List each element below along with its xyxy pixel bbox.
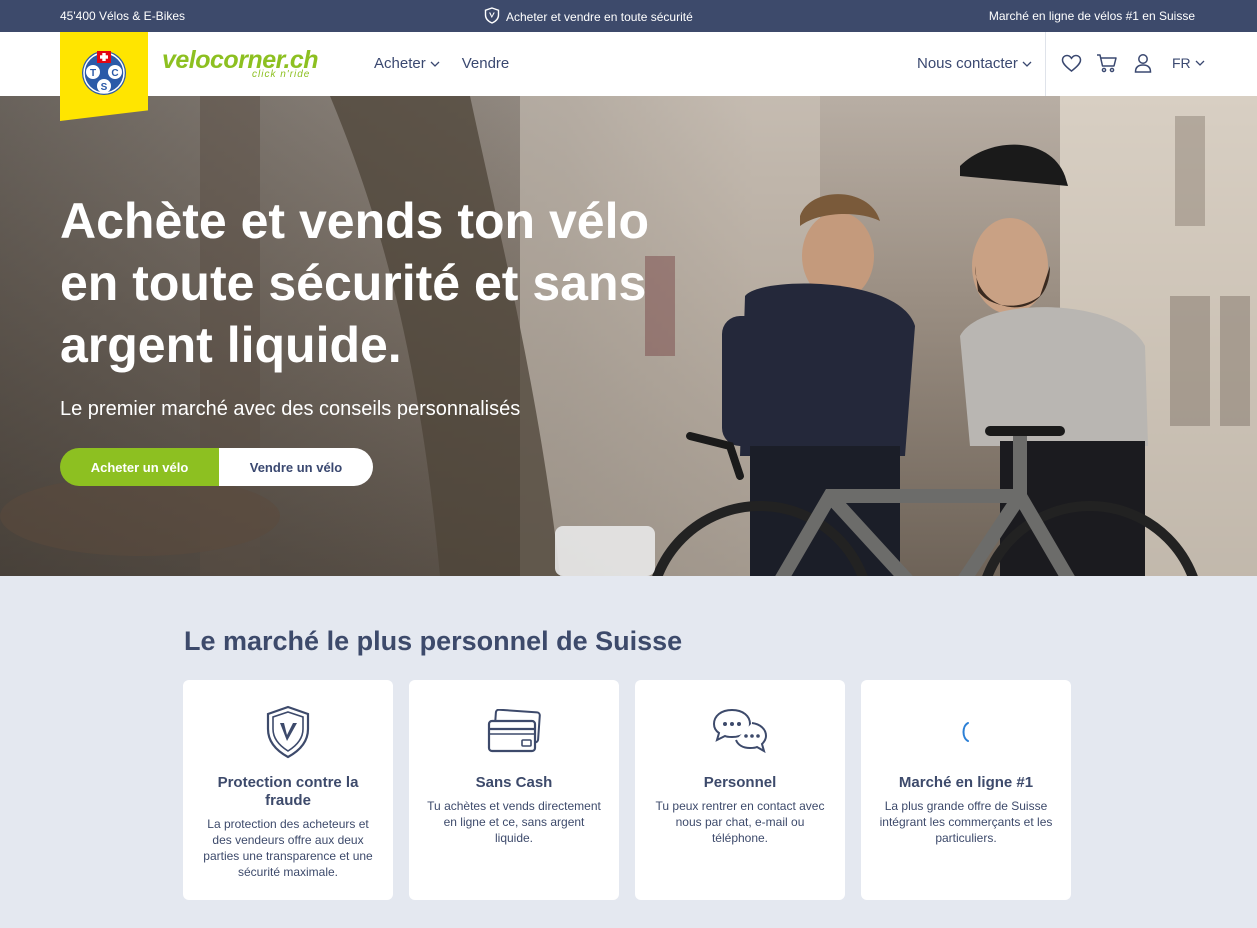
user-icon[interactable]	[1132, 52, 1154, 74]
feature-text: La plus grande offre de Suisse intégrant…	[879, 799, 1053, 845]
feature-cards: Protection contre la fraude La protectio…	[183, 680, 1071, 900]
main-nav: Acheter Vendre	[374, 55, 509, 72]
logo-letter-t: T	[90, 68, 96, 79]
feature-card-market-leader: Marché en ligne #1 La plus grande offre …	[861, 680, 1071, 900]
chevron-down-icon	[430, 61, 440, 67]
nav-buy[interactable]: Acheter	[374, 55, 440, 72]
security-note: Acheter et vendre en toute sécurité	[484, 7, 693, 27]
chat-icon	[712, 708, 768, 754]
logo-letter-c: C	[111, 68, 118, 79]
tcs-logo[interactable]: T C S	[60, 32, 148, 121]
header-divider	[1045, 32, 1046, 96]
feature-card-personal: Personnel Tu peux rentrer en contact ave…	[635, 680, 845, 900]
shield-icon	[484, 7, 500, 27]
brand-tagline: click n'ride	[252, 69, 311, 80]
cart-icon[interactable]	[1096, 52, 1118, 74]
credit-card-icon	[487, 709, 541, 753]
feature-title: Protection contre la fraude	[217, 774, 359, 809]
shield-icon	[266, 705, 310, 759]
top-bar: 45'400 Vélos & E-Bikes Acheter et vendre…	[0, 0, 1257, 32]
market-claim: Marché en ligne de vélos #1 en Suisse	[988, 9, 1195, 23]
heart-icon[interactable]	[1060, 52, 1082, 74]
hero-title: Achète et vends ton vélo en toute sécuri…	[60, 193, 650, 373]
header-actions: FR	[1060, 52, 1205, 74]
feature-card-fraud-protection: Protection contre la fraude La protectio…	[183, 680, 393, 900]
hero-actions: Acheter un vélo Vendre un vélo	[60, 448, 373, 486]
buy-bike-button[interactable]: Acheter un vélo	[60, 448, 219, 486]
loading-icon	[962, 722, 969, 742]
chevron-down-icon	[1022, 61, 1032, 67]
logo-letter-s: S	[101, 82, 108, 93]
feature-title: Marché en ligne #1	[898, 774, 1034, 791]
feature-text: Tu peux rentrer en contact avec nous par…	[655, 799, 825, 845]
stock-count: 45'400 Vélos & E-Bikes	[60, 9, 186, 23]
hero-banner: Achète et vends ton vélo en toute sécuri…	[0, 96, 1257, 576]
feature-card-cashless: Sans Cash Tu achètes et vends directemen…	[409, 680, 619, 900]
feature-title: Personnel	[703, 774, 777, 791]
chevron-down-icon	[1195, 60, 1205, 66]
feature-title: Sans Cash	[475, 774, 553, 791]
language-selector[interactable]: FR	[1172, 55, 1205, 71]
contact-menu[interactable]: Nous contacter	[917, 55, 1032, 72]
hero-subtitle: Le premier marché avec des conseils pers…	[60, 398, 521, 420]
feature-text: Tu achètes et vends directement en ligne…	[427, 799, 601, 845]
site-header: T C S velocorner.ch click n'ride Acheter…	[0, 32, 1257, 121]
features-title: Le marché le plus personnel de Suisse	[184, 626, 683, 656]
sell-bike-button[interactable]: Vendre un vélo	[219, 448, 373, 486]
feature-text: La protection des acheteurs et des vende…	[203, 817, 373, 879]
nav-sell[interactable]: Vendre	[462, 55, 510, 72]
